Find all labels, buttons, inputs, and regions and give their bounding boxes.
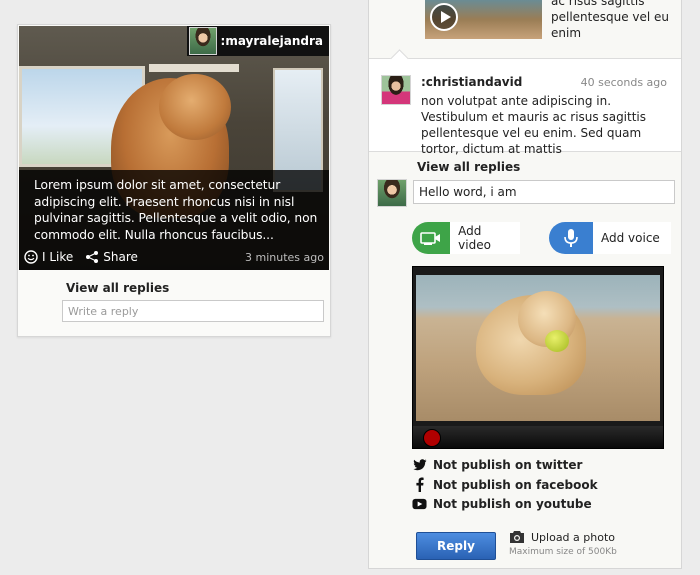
- video-icon-wrap: [412, 222, 451, 254]
- add-voice-label: Add voice: [601, 231, 660, 245]
- player-controls: [413, 426, 663, 448]
- video-recorder[interactable]: [412, 266, 664, 449]
- publish-facebook-label: Not publish on facebook: [433, 477, 598, 492]
- publish-twitter-toggle[interactable]: Not publish on twitter: [412, 458, 582, 472]
- play-icon[interactable]: [430, 3, 458, 31]
- microphone-icon: [564, 229, 578, 247]
- share-label: Share: [103, 250, 138, 264]
- post-author-name[interactable]: :mayralejandra: [221, 34, 323, 48]
- post-author-tag[interactable]: :mayralejandra: [186, 26, 329, 56]
- previous-post-text: ac risus sagittis pellentesque vel eu en…: [551, 0, 670, 40]
- avatar[interactable]: [381, 75, 411, 105]
- share-icon: [86, 251, 99, 263]
- view-all-replies-link[interactable]: View all replies: [417, 160, 520, 174]
- record-button[interactable]: [423, 429, 441, 447]
- caption-overlay: Lorem ipsum dolor sit amet, consectetur …: [19, 170, 329, 270]
- like-label: I Like: [42, 250, 74, 264]
- smiley-icon: [24, 250, 38, 264]
- video-thumbnail[interactable]: [425, 0, 542, 39]
- dog-head-image: [159, 74, 231, 140]
- youtube-icon: [412, 498, 427, 510]
- share-button[interactable]: Share: [85, 250, 138, 264]
- add-video-label: Add video: [458, 224, 491, 252]
- publish-youtube-label: Not publish on youtube: [433, 497, 592, 511]
- comment-timestamp: 40 seconds ago: [580, 76, 667, 89]
- reply-panel: ac risus sagittis pellentesque vel eu en…: [368, 0, 682, 569]
- tennis-ball-image: [545, 330, 569, 352]
- reply-input[interactable]: [413, 180, 675, 204]
- avatar[interactable]: [188, 27, 217, 55]
- photo-shelf: [149, 64, 239, 72]
- reply-input[interactable]: [62, 300, 324, 322]
- post-caption: Lorem ipsum dolor sit amet, consectetur …: [34, 178, 318, 242]
- comment-text: non volutpat ante adipiscing in. Vestibu…: [421, 94, 647, 156]
- upload-photo[interactable]: Upload a photo Maximum size of 500Kb: [509, 530, 617, 558]
- video-preview: [416, 275, 660, 421]
- post-actions: I Like Share 3 minutes ago: [24, 249, 324, 265]
- twitter-icon: [412, 459, 427, 471]
- previous-post: ac risus sagittis pellentesque vel eu en…: [369, 0, 681, 58]
- like-button[interactable]: I Like: [24, 250, 73, 264]
- video-camera-icon: [420, 232, 441, 245]
- post-card: :mayralejandra Lorem ipsum dolor sit ame…: [17, 24, 331, 337]
- publish-twitter-label: Not publish on twitter: [433, 458, 583, 472]
- add-voice-button[interactable]: Add voice: [549, 222, 671, 254]
- post-timestamp: 3 minutes ago: [245, 250, 324, 264]
- camera-icon: [510, 531, 524, 543]
- comment-author[interactable]: :christiandavid: [421, 75, 522, 89]
- view-all-replies-link[interactable]: View all replies: [66, 281, 169, 295]
- reply-button[interactable]: Reply: [416, 532, 496, 560]
- upload-size-hint: Maximum size of 500Kb: [509, 547, 617, 557]
- avatar: [377, 179, 407, 207]
- upload-photo-label[interactable]: Upload a photo: [531, 531, 615, 544]
- mic-icon-wrap: [549, 222, 593, 254]
- add-video-button[interactable]: Add video: [412, 222, 520, 254]
- post-photo[interactable]: :mayralejandra Lorem ipsum dolor sit ame…: [19, 26, 329, 270]
- publish-facebook-toggle[interactable]: Not publish on facebook: [412, 477, 598, 492]
- comment-item: :christiandavid 40 seconds ago non volut…: [369, 58, 681, 156]
- facebook-icon: [412, 477, 427, 492]
- publish-youtube-toggle[interactable]: Not publish on youtube: [412, 497, 592, 511]
